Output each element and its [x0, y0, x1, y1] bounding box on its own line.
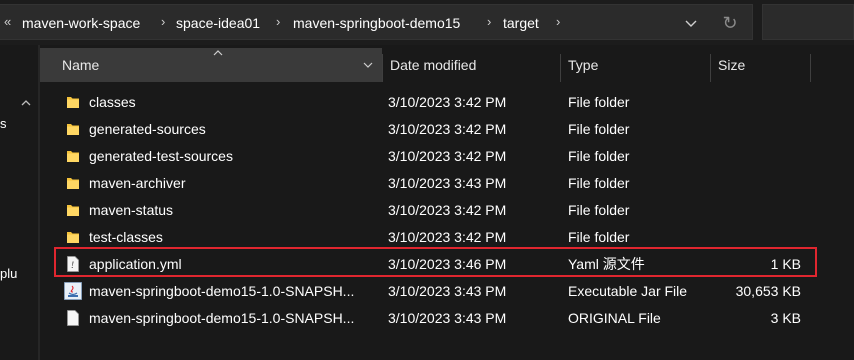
file-row[interactable]: maven-status 3/10/2023 3:42 PM File folder	[40, 197, 854, 224]
file-row[interactable]: maven-archiver 3/10/2023 3:43 PM File fold…	[40, 170, 854, 197]
svg-text:!: !	[71, 260, 74, 270]
file-date-modified: 3/10/2023 3:42 PM	[388, 121, 507, 137]
column-divider[interactable]	[810, 54, 811, 82]
file-type: File folder	[568, 148, 630, 164]
file-date-modified: 3/10/2023 3:46 PM	[388, 256, 507, 272]
breadcrumb-maven-springboot-demo15[interactable]: maven-springboot-demo15	[293, 15, 460, 31]
breadcrumb-target[interactable]: target	[503, 15, 539, 31]
file-size: 3 KB	[770, 310, 801, 326]
file-row[interactable]: test-classes 3/10/2023 3:42 PM File folder	[40, 224, 854, 251]
file-row[interactable]: classes 3/10/2023 3:42 PM File folder	[40, 89, 854, 116]
java-jar-icon	[64, 282, 82, 300]
file-date-modified: 3/10/2023 3:42 PM	[388, 202, 507, 218]
file-name: maven-springboot-demo15-1.0-SNAPSH...	[89, 283, 355, 299]
scroll-up-icon[interactable]	[20, 97, 32, 109]
breadcrumb-space-idea01[interactable]: space-idea01	[176, 15, 260, 31]
breadcrumb-maven-work-space[interactable]: maven-work-space	[22, 15, 140, 31]
file-type: Yaml 源文件	[568, 256, 645, 272]
file-list: Name Date modified Type Size classes 3/10…	[40, 45, 854, 360]
column-filter-chevron-icon[interactable]	[362, 59, 374, 71]
file-row[interactable]: maven-springboot-demo15-1.0-SNAPSH... 3/1…	[40, 305, 854, 332]
file-name: application.yml	[89, 256, 182, 272]
file-date-modified: 3/10/2023 3:43 PM	[388, 283, 507, 299]
file-name: maven-archiver	[89, 175, 186, 191]
file-name: generated-test-sources	[89, 148, 233, 164]
column-header-name-label: Name	[62, 57, 100, 73]
file-row[interactable]: ! application.yml 3/10/2023 3:46 PM Yaml 源文…	[40, 251, 854, 278]
file-size: 1 KB	[770, 256, 801, 272]
chevron-right-icon[interactable]: ›	[487, 14, 491, 29]
column-header-row: Name Date modified Type Size	[40, 48, 854, 82]
file-row[interactable]: generated-test-sources 3/10/2023 3:42 PM F…	[40, 143, 854, 170]
file-size: 30,653 KB	[735, 283, 801, 299]
chevron-down-icon[interactable]	[683, 15, 699, 31]
file-type: File folder	[568, 94, 630, 110]
yaml-file-icon: !	[66, 256, 80, 272]
folder-icon	[66, 202, 80, 218]
chevron-right-icon[interactable]: ›	[276, 14, 280, 29]
file-date-modified: 3/10/2023 3:43 PM	[388, 310, 507, 326]
blank-file-icon	[66, 310, 80, 326]
file-name: generated-sources	[89, 121, 206, 137]
column-header-size[interactable]: Size	[710, 48, 810, 82]
sort-ascending-icon	[213, 50, 223, 56]
file-type: File folder	[568, 229, 630, 245]
column-header-type[interactable]: Type	[560, 48, 710, 82]
file-date-modified: 3/10/2023 3:42 PM	[388, 94, 507, 110]
file-name: maven-status	[89, 202, 174, 218]
file-row[interactable]: maven-springboot-demo15-1.0-SNAPSH... 3/1…	[40, 278, 854, 305]
file-type: File folder	[568, 121, 630, 137]
chevron-right-icon[interactable]: ›	[556, 14, 560, 29]
file-type: ORIGINAL File	[568, 310, 661, 326]
search-input[interactable]	[762, 4, 854, 40]
address-overflow-button[interactable]: «	[4, 14, 11, 29]
column-header-name[interactable]: Name	[40, 48, 382, 82]
folder-icon	[66, 121, 80, 137]
file-name: classes	[89, 94, 136, 110]
top-bar: « maven-work-space › space-idea01 › mave…	[0, 0, 854, 45]
file-type: File folder	[568, 202, 630, 218]
folder-icon	[66, 148, 80, 164]
chevron-right-icon[interactable]: ›	[161, 14, 165, 29]
refresh-icon[interactable]: ↻	[720, 13, 740, 33]
file-name: test-classes	[89, 229, 163, 245]
file-type: Executable Jar File	[568, 283, 688, 299]
column-header-date[interactable]: Date modified	[382, 48, 560, 82]
file-date-modified: 3/10/2023 3:43 PM	[388, 175, 507, 191]
navigation-pane: s plu	[0, 45, 40, 360]
file-name: maven-springboot-demo15-1.0-SNAPSH...	[89, 310, 355, 326]
folder-icon	[66, 94, 80, 110]
address-bar[interactable]: « maven-work-space › space-idea01 › mave…	[0, 4, 753, 40]
nav-item-fragment[interactable]: plu	[0, 266, 17, 281]
file-row[interactable]: generated-sources 3/10/2023 3:42 PM File f…	[40, 116, 854, 143]
folder-icon	[66, 229, 80, 245]
file-date-modified: 3/10/2023 3:42 PM	[388, 148, 507, 164]
file-type: File folder	[568, 175, 630, 191]
folder-icon	[66, 175, 80, 191]
file-date-modified: 3/10/2023 3:42 PM	[388, 229, 507, 245]
nav-item-fragment[interactable]: s	[0, 116, 7, 131]
